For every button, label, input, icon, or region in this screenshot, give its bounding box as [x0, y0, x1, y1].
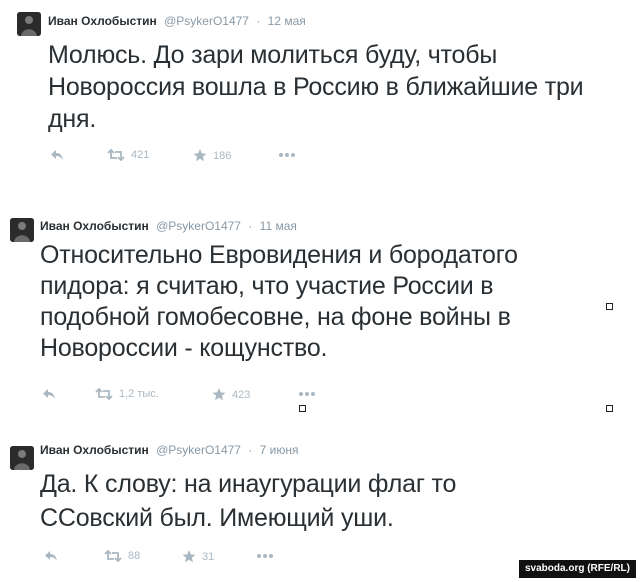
more-icon	[298, 391, 322, 397]
tweet-actions: 1,2 тыс. 423	[42, 388, 342, 404]
tweet-header: Иван Охлобыстин @PsykerO1477 · 12 мая	[48, 14, 306, 28]
tweet-header: Иван Охлобыстин @PsykerO1477 · 7 июня	[40, 443, 299, 457]
more-icon	[256, 553, 280, 559]
tweet-header: Иван Охлобыстин @PsykerO1477 · 11 мая	[40, 219, 297, 233]
separator: ·	[256, 14, 261, 28]
separator: ·	[248, 219, 253, 233]
tweet-actions: 88 31	[44, 550, 344, 566]
selection-handle[interactable]	[606, 405, 613, 412]
favorite-icon	[212, 388, 232, 401]
retweet-button[interactable]: 1,2 тыс.	[95, 388, 159, 400]
favorite-button[interactable]: 31	[182, 550, 214, 563]
author-handle[interactable]: @PsykerO1477	[156, 219, 241, 233]
reply-icon	[50, 149, 70, 161]
retweet-button[interactable]: 421	[107, 149, 149, 161]
reply-icon	[44, 550, 64, 562]
avatar[interactable]	[10, 218, 34, 242]
tweet-text: Относительно Евровидения и бородатого пи…	[40, 241, 518, 362]
more-button[interactable]	[256, 553, 280, 559]
separator: ·	[248, 443, 253, 457]
retweet-icon	[95, 388, 119, 400]
more-button[interactable]	[278, 152, 302, 158]
favorite-icon	[182, 550, 202, 563]
avatar[interactable]	[17, 12, 41, 36]
retweet-count: 421	[131, 149, 150, 161]
avatar[interactable]	[10, 446, 34, 470]
author-handle[interactable]: @PsykerO1477	[156, 443, 241, 457]
retweet-icon	[107, 149, 131, 161]
more-button[interactable]	[298, 391, 322, 397]
more-icon	[278, 152, 302, 158]
favorite-icon	[193, 149, 213, 162]
tweet-text: Да. К слову: на инаугурации флаг то ССов…	[40, 470, 457, 532]
source-credit: svaboda.org (RFE/RL)	[518, 560, 636, 578]
reply-button[interactable]	[50, 149, 70, 161]
favorite-button[interactable]: 186	[193, 149, 231, 162]
retweet-button[interactable]: 88	[104, 550, 140, 562]
reply-icon	[42, 388, 62, 400]
tweet-date[interactable]: 7 июня	[260, 443, 299, 457]
selection-handle[interactable]	[606, 303, 613, 310]
tweet-text: Молюсь. До зари молиться буду, чтобы Нов…	[48, 41, 584, 133]
tweet-2: Иван Охлобыстин @PsykerO1477 · 11 мая От…	[0, 205, 640, 430]
favorite-count: 186	[213, 149, 232, 162]
retweet-count: 88	[128, 550, 141, 562]
tweet-1: Иван Охлобыстин @PsykerO1477 · 12 мая Мо…	[0, 0, 640, 190]
reply-button[interactable]	[44, 550, 64, 562]
author-handle[interactable]: @PsykerO1477	[164, 14, 249, 28]
reply-button[interactable]	[42, 388, 62, 400]
retweet-icon	[104, 550, 128, 562]
author-name[interactable]: Иван Охлобыстин	[40, 219, 149, 233]
retweet-count: 1,2 тыс.	[119, 388, 159, 400]
tweet-actions: 421 186	[50, 149, 350, 165]
author-name[interactable]: Иван Охлобыстин	[48, 14, 157, 28]
favorite-button[interactable]: 423	[212, 388, 250, 401]
author-name[interactable]: Иван Охлобыстин	[40, 443, 149, 457]
tweet-date[interactable]: 11 мая	[260, 219, 297, 233]
tweet-date[interactable]: 12 мая	[268, 14, 306, 28]
favorite-count: 31	[202, 550, 215, 563]
selection-handle[interactable]	[299, 405, 306, 412]
favorite-count: 423	[232, 388, 251, 401]
